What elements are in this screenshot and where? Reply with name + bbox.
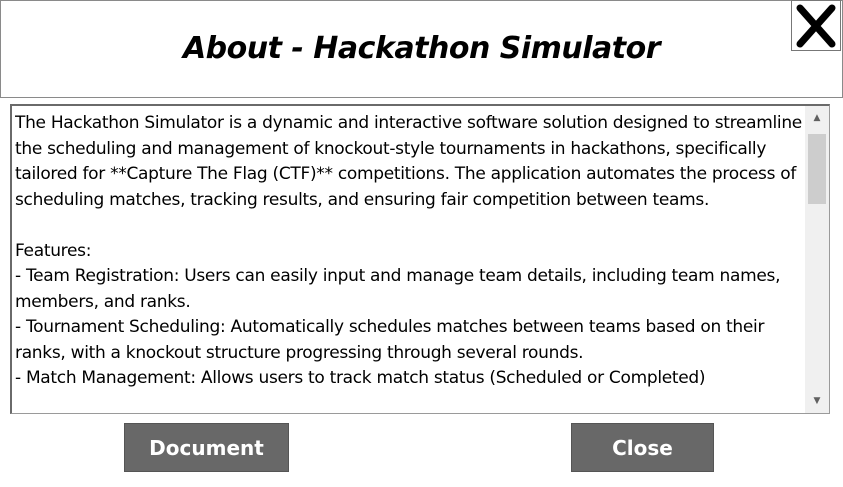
close-x-button[interactable] [791, 0, 841, 51]
scroll-up-icon[interactable]: ▲ [805, 108, 829, 128]
scroll-down-icon[interactable]: ▼ [805, 391, 829, 411]
dialog-title: About - Hackathon Simulator [182, 31, 661, 66]
close-button[interactable]: Close [571, 423, 714, 472]
about-text: The Hackathon Simulator is a dynamic and… [15, 113, 802, 388]
x-icon [796, 4, 836, 47]
dialog-header: About - Hackathon Simulator [0, 0, 843, 98]
vertical-scrollbar[interactable]: ▲ ▼ [805, 106, 829, 413]
document-button[interactable]: Document [124, 423, 289, 472]
scrollbar-thumb[interactable] [808, 134, 826, 204]
about-textbox[interactable]: The Hackathon Simulator is a dynamic and… [10, 104, 830, 414]
